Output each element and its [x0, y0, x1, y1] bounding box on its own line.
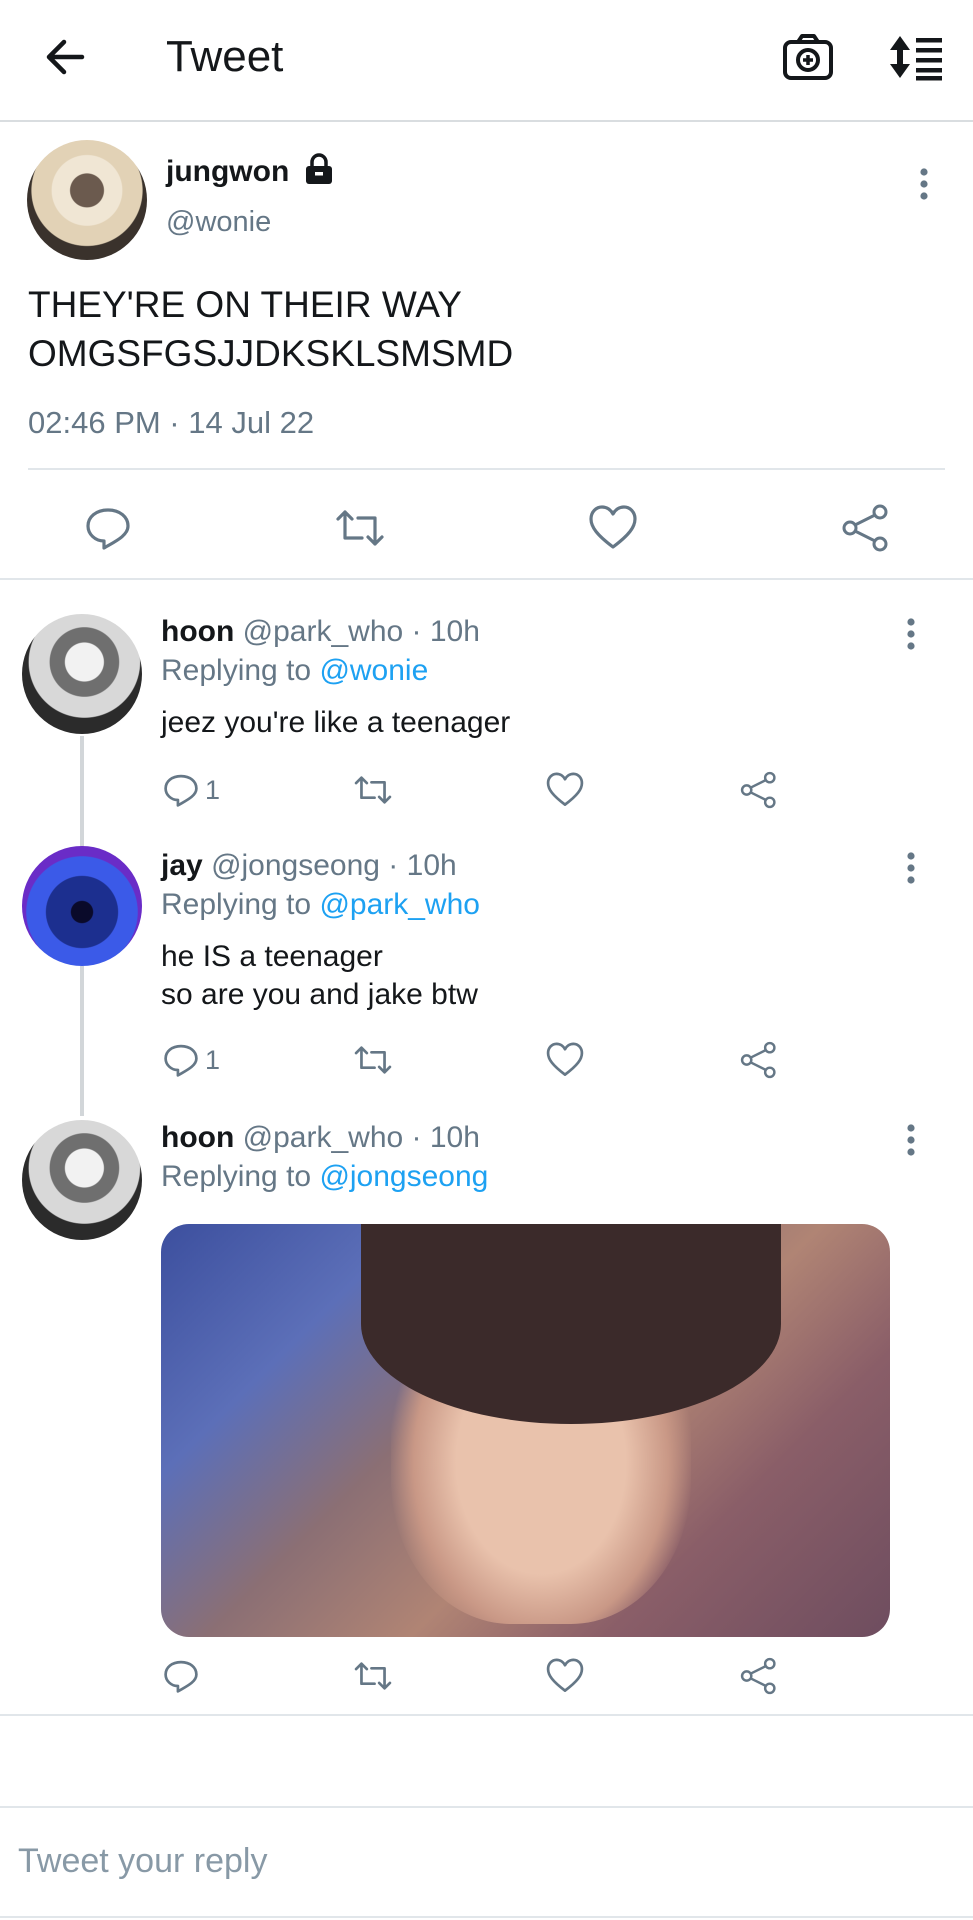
retweet-icon: [354, 776, 392, 804]
share-icon: [842, 504, 888, 552]
avatar[interactable]: [22, 846, 142, 966]
avatar[interactable]: [27, 140, 147, 260]
avatar[interactable]: [22, 1120, 142, 1240]
retweet-icon: [336, 510, 384, 546]
author-meta: @jongseong · 10h: [211, 849, 457, 882]
more-options-button[interactable]: [901, 614, 921, 654]
heart-icon: [546, 772, 584, 806]
reply-button[interactable]: 1: [161, 1038, 220, 1082]
author-name[interactable]: hoon: [161, 1121, 234, 1154]
reply-button[interactable]: [82, 502, 134, 554]
reply-header: jay @jongseong · 10h: [161, 848, 457, 884]
reply-count: 1: [205, 774, 221, 805]
reply-composer-input[interactable]: [18, 1836, 948, 1886]
main-tweet: jungwon @wonie THEY'RE ON THEIR WAY OMGS…: [0, 124, 973, 580]
reply-text: he IS a teenager so are you and jake btw: [161, 940, 478, 1011]
replying-to: Replying to @park_who: [161, 887, 480, 923]
share-icon: [740, 771, 776, 809]
mention-link[interactable]: @jongseong: [319, 1160, 488, 1193]
reply-button[interactable]: [161, 1654, 201, 1698]
retweet-button[interactable]: [334, 502, 386, 554]
lock-icon: [306, 153, 332, 184]
top-app-bar: Tweet: [0, 0, 973, 122]
more-vertical-icon: [907, 618, 915, 650]
share-icon: [740, 1657, 776, 1695]
reply-tweet[interactable]: jay @jongseong · 10h Replying to @park_w…: [0, 846, 973, 1090]
replying-prefix: Replying to: [161, 888, 320, 921]
reply-tweet[interactable]: hoon @park_who · 10h Replying to @wonie …: [0, 612, 973, 818]
camera-button[interactable]: [780, 30, 836, 84]
retweet-button[interactable]: [353, 1654, 393, 1698]
more-vertical-icon: [920, 168, 928, 200]
mention-link[interactable]: @park_who: [319, 888, 480, 921]
share-button[interactable]: [739, 1038, 779, 1082]
author-name[interactable]: jay: [161, 849, 203, 882]
retweet-icon: [354, 1662, 392, 1690]
page-title: Tweet: [166, 32, 284, 81]
reply-actions: 1: [161, 768, 801, 812]
replying-prefix: Replying to: [161, 1160, 320, 1193]
heart-icon: [589, 505, 637, 549]
divider: [0, 1806, 973, 1808]
like-button[interactable]: [587, 502, 639, 554]
reply-header: hoon @park_who · 10h: [161, 614, 480, 650]
author-name[interactable]: hoon: [161, 615, 234, 648]
reply-button[interactable]: 1: [161, 768, 220, 812]
reply-icon: [86, 508, 130, 550]
reply-text: jeez you're like a teenager: [161, 706, 511, 739]
reply-count: 1: [205, 1044, 221, 1075]
back-button[interactable]: [38, 30, 92, 84]
media-photo-hair: [361, 1224, 781, 1424]
arrow-left-icon: [46, 39, 85, 75]
sort-list-icon: [890, 36, 942, 81]
author-name[interactable]: jungwon: [166, 154, 289, 190]
camera-plus-icon: [783, 34, 833, 80]
like-button[interactable]: [545, 768, 585, 812]
like-button[interactable]: [545, 1038, 585, 1082]
divider: [28, 468, 945, 470]
reply-icon: [164, 1660, 198, 1693]
mention-link[interactable]: @wonie: [319, 654, 428, 687]
reply-actions: 1: [161, 1038, 801, 1082]
more-vertical-icon: [907, 852, 915, 884]
more-options-button[interactable]: [901, 848, 921, 888]
sort-button[interactable]: [886, 30, 946, 84]
reply-icon: [164, 1044, 198, 1077]
reply-actions: [161, 1654, 801, 1698]
heart-icon: [546, 1042, 584, 1076]
tweet-timestamp[interactable]: 02:46 PM · 14 Jul 22: [28, 404, 314, 442]
retweet-button[interactable]: [353, 1038, 393, 1082]
more-options-button[interactable]: [901, 1120, 921, 1160]
author-meta: @park_who · 10h: [242, 615, 480, 648]
tweet-text: THEY'RE ON THEIR WAY OMGSFGSJJDKSKLSMSMD: [28, 284, 514, 374]
tweet-actions: [0, 502, 973, 558]
divider: [0, 578, 973, 580]
author-meta: @park_who · 10h: [242, 1121, 480, 1154]
author-handle[interactable]: @wonie: [166, 204, 271, 240]
divider: [0, 1714, 973, 1716]
more-options-button[interactable]: [914, 164, 934, 204]
heart-icon: [546, 1658, 584, 1692]
like-button[interactable]: [545, 1654, 585, 1698]
share-button[interactable]: [739, 1654, 779, 1698]
reply-icon: [164, 774, 198, 807]
retweet-icon: [354, 1046, 392, 1074]
share-button[interactable]: [840, 502, 892, 554]
avatar[interactable]: [22, 614, 142, 734]
share-button[interactable]: [739, 768, 779, 812]
reply-header: hoon @park_who · 10h: [161, 1120, 480, 1156]
share-icon: [740, 1041, 776, 1079]
more-vertical-icon: [907, 1124, 915, 1156]
replying-to: Replying to @jongseong: [161, 1159, 488, 1195]
replying-prefix: Replying to: [161, 654, 320, 687]
replying-to: Replying to @wonie: [161, 653, 428, 689]
tweet-media-image[interactable]: [161, 1224, 890, 1637]
retweet-button[interactable]: [353, 768, 393, 812]
composer-underline: [0, 1916, 973, 1918]
